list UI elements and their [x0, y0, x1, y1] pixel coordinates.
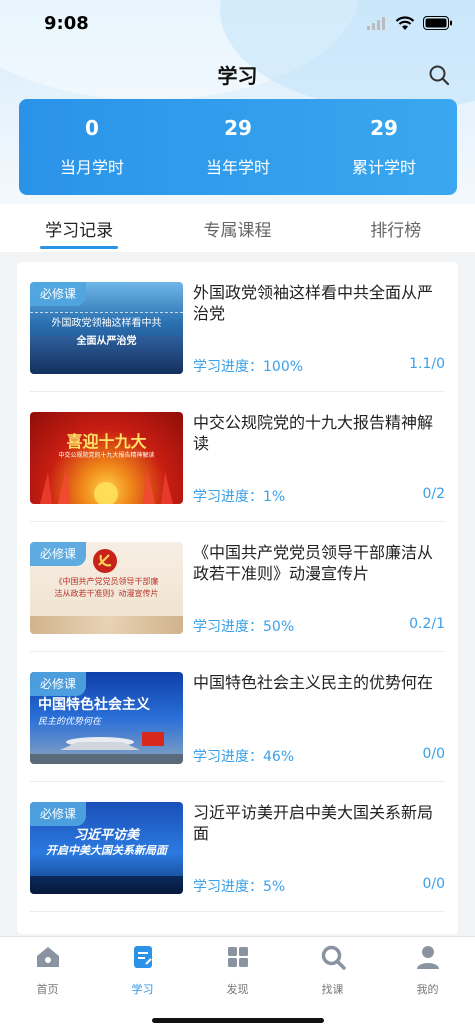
thumb-caption: 全面从严治党 [76, 336, 137, 347]
discover-icon [227, 947, 248, 967]
signal-icon [367, 16, 385, 30]
party-emblem-icon [93, 549, 117, 573]
status-icons [367, 15, 453, 31]
nav-label: 学习 [131, 983, 154, 996]
thumb-caption: 《中国共产党党员领导干部廉 [54, 577, 159, 586]
battery-icon [423, 16, 452, 30]
course-list: 外国政党领袖这样看中共 全面从严治党 必修课 外国政党领袖这样看中共全面从严治党… [17, 262, 458, 934]
required-badge: 必修课 [30, 802, 87, 826]
stat-monthly: 0 当月学时 [19, 99, 165, 195]
course-progress: 学习进度：50% [193, 619, 295, 635]
find-course-icon [321, 945, 346, 970]
stat-value: 0 [85, 116, 99, 140]
nav-find-course[interactable]: 找课 [285, 943, 380, 997]
status-bar: 9:08 [0, 0, 475, 46]
status-time: 9:08 [44, 12, 89, 34]
course-score: 1.1/0 [409, 356, 445, 372]
required-badge: 必修课 [30, 542, 87, 566]
thumb-caption: 外国政党领袖这样看中共 [51, 318, 162, 329]
course-progress: 学习进度：1% [193, 489, 286, 505]
thumb-caption: 开启中美大国关系新局面 [46, 844, 167, 857]
course-score: 0.2/1 [409, 616, 445, 632]
nav-label: 找课 [321, 983, 344, 996]
course-title: 中交公规院党的十九大报告精神解读 [193, 413, 434, 453]
wifi-icon [395, 15, 415, 30]
search-icon[interactable] [427, 63, 451, 87]
required-badge: 必修课 [30, 672, 87, 696]
profile-icon [416, 946, 439, 969]
course-title: 中国特色社会主义民主的优势何在 [193, 673, 434, 692]
thumb-caption: 习近平访美 [73, 828, 139, 843]
stat-label: 当年学时 [205, 158, 270, 177]
thumb-caption: 中国特色社会主义 [38, 697, 150, 713]
course-thumbnail: 中国特色社会主义 民主的优势何在 必修课 [30, 672, 183, 764]
course-progress: 学习进度：100% [193, 359, 304, 375]
required-badge: 必修课 [30, 282, 87, 306]
nav-bar: 学习 [0, 52, 475, 96]
thumb-caption: 民主的优势何在 [38, 717, 102, 727]
course-title: 《中国共产党党员领导干部廉洁从政若干准则》动漫宣传片 [193, 543, 434, 583]
stat-label: 累计学时 [351, 158, 416, 177]
course-progress: 学习进度：46% [193, 749, 295, 765]
tab-study-records[interactable]: 学习记录 [0, 204, 158, 252]
course-thumbnail: 习近平访美 开启中美大国关系新局面 必修课 [30, 802, 183, 894]
course-item[interactable]: 习近平访美 开启中美大国关系新局面 必修课 习近平访美开启中美大国关系新局面 学… [30, 782, 445, 912]
home-icon [36, 947, 59, 967]
nav-discover[interactable]: 发现 [190, 943, 285, 997]
home-indicator [152, 1018, 324, 1023]
course-item[interactable]: 中国特色社会主义 民主的优势何在 必修课 中国特色社会主义民主的优势何在 学习进… [30, 652, 445, 782]
nav-home[interactable]: 首页 [0, 943, 95, 997]
tab-bar: 学习记录 专属课程 排行榜 [0, 204, 475, 252]
thumb-caption: 喜迎十九大 [66, 432, 147, 451]
nav-label: 发现 [226, 983, 249, 996]
course-progress: 学习进度：5% [193, 879, 286, 895]
course-score: 0/2 [422, 486, 445, 502]
airplane-graphic [30, 732, 183, 764]
course-thumbnail: 喜迎十九大 中交公规院党的十九大报告精神解读 [30, 412, 183, 504]
course-title: 习近平访美开启中美大国关系新局面 [193, 803, 434, 843]
stat-label: 当月学时 [59, 158, 124, 177]
nav-label: 首页 [36, 983, 59, 996]
stat-value: 29 [370, 116, 398, 140]
nav-study[interactable]: 学习 [95, 943, 190, 997]
stat-yearly: 29 当年学时 [165, 99, 311, 195]
course-item[interactable]: 喜迎十九大 中交公规院党的十九大报告精神解读 中交公规院党的十九大报告精神解读 … [30, 392, 445, 522]
nav-profile[interactable]: 我的 [380, 943, 475, 997]
page-title: 学习 [217, 63, 258, 88]
stat-total: 29 累计学时 [311, 99, 457, 195]
course-title: 外国政党领袖这样看中共全面从严治党 [193, 283, 434, 323]
course-score: 0/0 [422, 876, 445, 892]
course-thumbnail: 《中国共产党党员领导干部廉 洁从政若干准则》动漫宣传片 必修课 [30, 542, 183, 634]
tab-ranking[interactable]: 排行榜 [317, 204, 475, 252]
study-hours-card: 0 当月学时 29 当年学时 29 累计学时 [19, 99, 457, 195]
flags-graphic [40, 468, 173, 504]
tab-exclusive-courses[interactable]: 专属课程 [158, 204, 316, 252]
course-score: 0/0 [422, 746, 445, 762]
course-thumbnail: 外国政党领袖这样看中共 全面从严治党 必修课 [30, 282, 183, 374]
nav-label: 我的 [416, 983, 439, 996]
course-item[interactable]: 外国政党领袖这样看中共 全面从严治党 必修课 外国政党领袖这样看中共全面从严治党… [30, 262, 445, 392]
thumb-caption: 洁从政若干准则》动漫宣传片 [54, 589, 159, 598]
course-item[interactable]: 《中国共产党党员领导干部廉 洁从政若干准则》动漫宣传片 必修课 《中国共产党党员… [30, 522, 445, 652]
thumb-caption: 中交公规院党的十九大报告精神解读 [58, 452, 155, 459]
stat-value: 29 [224, 116, 252, 140]
study-icon [133, 946, 152, 968]
